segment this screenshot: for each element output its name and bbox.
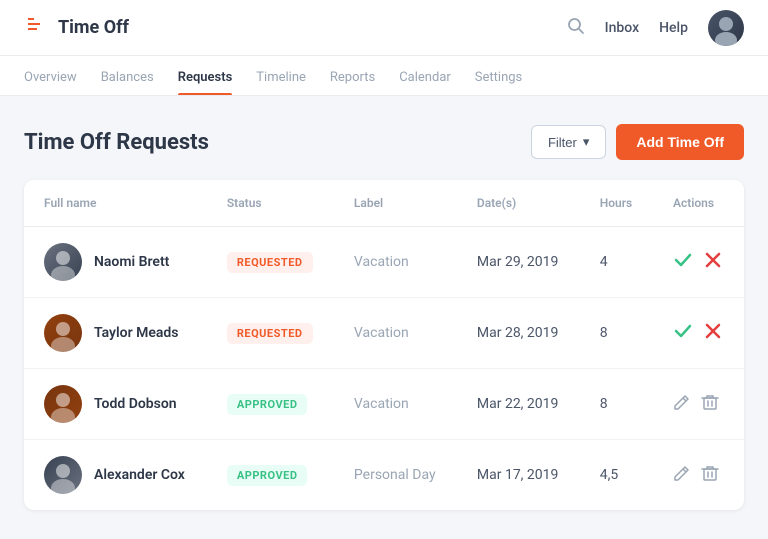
inbox-link[interactable]: Inbox [605, 20, 639, 36]
status-cell: APPROVED [207, 440, 334, 511]
app-header: Time Off Inbox Help [0, 0, 768, 56]
nav-calendar[interactable]: Calendar [399, 70, 451, 95]
label-cell: Personal Day [334, 440, 457, 511]
add-time-off-button[interactable]: Add Time Off [616, 124, 744, 160]
nav-overview[interactable]: Overview [24, 70, 77, 95]
nav-settings[interactable]: Settings [475, 70, 522, 95]
date-cell: Mar 22, 2019 [457, 369, 580, 440]
nav-timeline[interactable]: Timeline [256, 70, 306, 95]
page-header: Time Off Requests Filter ▾ Add Time Off [24, 124, 744, 160]
name-cell: Naomi Brett [24, 227, 207, 298]
logo-icon [24, 12, 50, 43]
person-name: Todd Dobson [94, 396, 177, 412]
actions-cell [653, 298, 744, 369]
date-cell: Mar 29, 2019 [457, 227, 580, 298]
time-off-table: Full name Status Label Date(s) Hours Act… [24, 180, 744, 510]
label-value: Vacation [354, 325, 409, 341]
hours-value: 8 [600, 396, 608, 412]
col-status: Status [207, 180, 334, 227]
reject-button[interactable] [703, 250, 723, 275]
filter-label: Filter [548, 135, 577, 150]
person-avatar [44, 243, 82, 281]
col-actions: Actions [653, 180, 744, 227]
hours-cell: 8 [580, 298, 653, 369]
filter-button[interactable]: Filter ▾ [531, 125, 606, 159]
logo-area: Time Off [24, 12, 567, 43]
delete-button[interactable] [701, 393, 719, 415]
person-name: Naomi Brett [94, 254, 169, 270]
nav-reports[interactable]: Reports [330, 70, 375, 95]
date-cell: Mar 17, 2019 [457, 440, 580, 511]
date-value: Mar 17, 2019 [477, 467, 559, 483]
label-cell: Vacation [334, 227, 457, 298]
table-row: Taylor Meads REQUESTED Vacation Mar 28, 20… [24, 298, 744, 369]
user-avatar[interactable] [708, 10, 744, 46]
hours-cell: 8 [580, 369, 653, 440]
col-hours: Hours [580, 180, 653, 227]
approve-button[interactable] [673, 321, 693, 346]
col-fullname: Full name [24, 180, 207, 227]
header-right: Inbox Help [567, 10, 744, 46]
status-cell: APPROVED [207, 369, 334, 440]
status-badge: APPROVED [227, 394, 308, 415]
hours-value: 8 [600, 325, 608, 341]
main-nav: Overview Balances Requests Timeline Repo… [0, 56, 768, 96]
person-avatar [44, 314, 82, 352]
approve-button[interactable] [673, 250, 693, 275]
label-value: Personal Day [354, 467, 436, 483]
label-value: Vacation [354, 396, 409, 412]
nav-balances[interactable]: Balances [101, 70, 154, 95]
hours-value: 4,5 [600, 467, 619, 483]
date-value: Mar 29, 2019 [477, 254, 559, 270]
search-icon[interactable] [567, 17, 585, 39]
label-value: Vacation [354, 254, 409, 270]
page-title: Time Off Requests [24, 130, 209, 155]
label-cell: Vacation [334, 369, 457, 440]
delete-button[interactable] [701, 464, 719, 486]
col-dates: Date(s) [457, 180, 580, 227]
hours-cell: 4 [580, 227, 653, 298]
table-row: Todd Dobson APPROVED Vacation Mar 22, 2019… [24, 369, 744, 440]
status-badge: REQUESTED [227, 252, 313, 273]
main-content: Time Off Requests Filter ▾ Add Time Off … [0, 96, 768, 530]
date-value: Mar 28, 2019 [477, 325, 559, 341]
status-badge: REQUESTED [227, 323, 313, 344]
help-link[interactable]: Help [659, 20, 688, 36]
table-row: Alexander Cox APPROVED Personal Day Mar 17… [24, 440, 744, 511]
chevron-down-icon: ▾ [583, 134, 590, 150]
app-title: Time Off [58, 17, 129, 38]
actions-cell [653, 227, 744, 298]
person-avatar [44, 456, 82, 494]
actions-cell [653, 440, 744, 511]
label-cell: Vacation [334, 298, 457, 369]
status-cell: REQUESTED [207, 227, 334, 298]
name-cell: Todd Dobson [24, 369, 207, 440]
nav-requests[interactable]: Requests [178, 70, 233, 95]
person-name: Alexander Cox [94, 467, 185, 483]
status-cell: REQUESTED [207, 298, 334, 369]
date-value: Mar 22, 2019 [477, 396, 559, 412]
time-off-table-container: Full name Status Label Date(s) Hours Act… [24, 180, 744, 510]
date-cell: Mar 28, 2019 [457, 298, 580, 369]
reject-button[interactable] [703, 321, 723, 346]
name-cell: Taylor Meads [24, 298, 207, 369]
status-badge: APPROVED [227, 465, 308, 486]
hours-cell: 4,5 [580, 440, 653, 511]
col-label: Label [334, 180, 457, 227]
edit-button[interactable] [673, 393, 691, 415]
person-avatar [44, 385, 82, 423]
table-row: Naomi Brett REQUESTED Vacation Mar 29, 201… [24, 227, 744, 298]
name-cell: Alexander Cox [24, 440, 207, 511]
header-actions: Filter ▾ Add Time Off [531, 124, 744, 160]
actions-cell [653, 369, 744, 440]
table-header-row: Full name Status Label Date(s) Hours Act… [24, 180, 744, 227]
hours-value: 4 [600, 254, 608, 270]
person-name: Taylor Meads [94, 325, 178, 341]
edit-button[interactable] [673, 464, 691, 486]
